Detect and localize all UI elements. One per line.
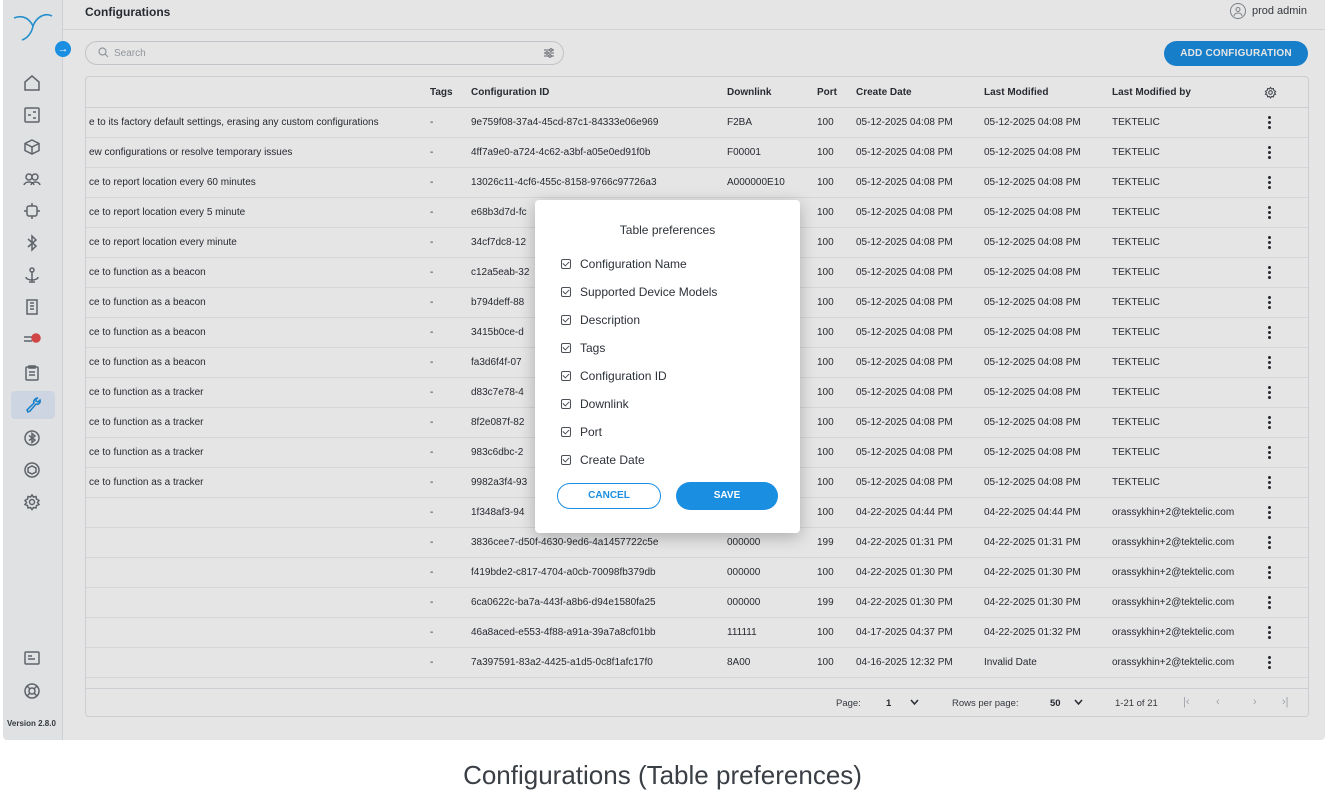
dialog-title: Table preferences: [619, 223, 716, 237]
preference-option[interactable]: Configuration ID: [561, 367, 667, 385]
cancel-button[interactable]: CANCEL: [557, 483, 661, 509]
preference-option-label: Port: [580, 425, 603, 439]
checkbox-checked-icon[interactable]: [561, 427, 571, 437]
preference-option[interactable]: Supported Device Models: [561, 283, 717, 301]
caption: Configurations (Table preferences): [463, 760, 862, 790]
save-button[interactable]: SAVE: [676, 482, 778, 510]
table-preferences-dialog: Table preferences Configuration Name Supp…: [535, 200, 800, 533]
preference-option[interactable]: Downlink: [561, 395, 629, 413]
preference-option[interactable]: Create Date: [561, 451, 645, 469]
checkbox-checked-icon[interactable]: [561, 315, 571, 325]
preference-option-label: Supported Device Models: [580, 285, 718, 299]
preference-option-label: Configuration Name: [580, 257, 687, 271]
preference-option[interactable]: Description: [561, 311, 640, 329]
checkbox-checked-icon[interactable]: [561, 455, 571, 465]
expand-sidebar-button[interactable]: →: [55, 41, 71, 57]
preference-option-label: Create Date: [580, 453, 645, 467]
preference-option-label: Downlink: [580, 397, 629, 411]
preference-option-label: Configuration ID: [580, 369, 667, 383]
checkbox-checked-icon[interactable]: [561, 259, 571, 269]
preference-option[interactable]: Port: [561, 423, 602, 441]
preference-option-label: Tags: [580, 341, 606, 355]
preference-option[interactable]: Tags: [561, 339, 605, 357]
checkbox-checked-icon[interactable]: [561, 343, 571, 353]
preference-option[interactable]: Configuration Name: [561, 255, 687, 273]
checkbox-checked-icon[interactable]: [561, 399, 571, 409]
app-window: → Version 2.8.0 Configurations prod admi…: [3, 0, 1325, 740]
preference-option-label: Description: [580, 313, 641, 327]
checkbox-checked-icon[interactable]: [561, 287, 571, 297]
checkbox-checked-icon[interactable]: [561, 371, 571, 381]
